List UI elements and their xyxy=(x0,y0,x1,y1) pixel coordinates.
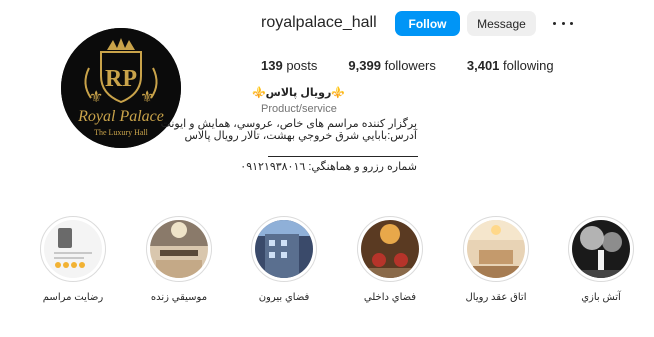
avatar-tagline: The Luxury Hall xyxy=(94,128,149,137)
dot xyxy=(561,21,565,25)
highlight-thumbnail xyxy=(361,220,419,278)
highlight-ring xyxy=(146,216,212,282)
highlight-item[interactable]: موسيقي زنده xyxy=(144,216,214,303)
profile-avatar[interactable]: RP ⚜ ⚜ Royal Palace The Luxury Hall xyxy=(61,28,181,148)
message-button[interactable]: Message xyxy=(467,11,536,36)
highlight-item[interactable]: فضاي داخلي xyxy=(355,216,425,303)
highlight-ring xyxy=(40,216,106,282)
dot xyxy=(570,21,573,25)
highlight-ring xyxy=(251,216,317,282)
posts-stat: 139 posts xyxy=(261,58,317,73)
bio-divider xyxy=(268,156,418,157)
highlight-thumbnail xyxy=(255,220,313,278)
profile-stats: 139 posts 9,399 followers 3,401 followin… xyxy=(261,58,585,73)
highlight-item[interactable]: فضاي بيرون xyxy=(249,216,319,303)
followers-label: followers xyxy=(384,58,436,73)
bio-line: برگزار کننده مراسم های خاص، عروسي، همايش… xyxy=(160,118,417,130)
highlight-label: فضاي بيرون xyxy=(258,292,310,303)
highlight-label: رضايت مراسم xyxy=(42,292,104,303)
highlight-thumbnail xyxy=(572,220,630,278)
contact-line: شماره رزرو و هماهنگي: ٠٩١٢١٩٣٨٠١٦ xyxy=(240,161,417,173)
follow-button[interactable]: Follow xyxy=(395,11,460,36)
display-name: ⚜️رويال پالاس⚜️ xyxy=(251,87,345,99)
highlight-thumbnail xyxy=(150,220,208,278)
highlight-item[interactable]: آتش بازي xyxy=(566,216,636,303)
highlight-ring xyxy=(357,216,423,282)
highlight-item[interactable]: اتاق عقد رويال xyxy=(461,216,531,303)
posts-label: posts xyxy=(286,58,318,73)
following-stat[interactable]: 3,401 following xyxy=(467,58,554,73)
highlight-thumbnail xyxy=(467,220,525,278)
highlight-ring xyxy=(463,216,529,282)
highlight-thumbnail xyxy=(44,220,102,278)
highlight-label: آتش بازي xyxy=(581,292,621,303)
posts-count: 139 xyxy=(261,58,283,73)
username: royalpalace_hall xyxy=(261,14,377,31)
dot xyxy=(553,21,556,25)
highlight-ring xyxy=(568,216,634,282)
bio-text: برگزار کننده مراسم های خاص، عروسي، همايش… xyxy=(160,118,417,142)
category-label: Product/service xyxy=(261,103,337,115)
highlight-label: فضاي داخلي xyxy=(363,292,417,303)
highlight-item[interactable]: رضايت مراسم xyxy=(38,216,108,303)
following-count: 3,401 xyxy=(466,58,500,73)
royal-palace-logo: RP ⚜ ⚜ Royal Palace The Luxury Hall xyxy=(61,28,181,148)
highlight-label: موسيقي زنده xyxy=(150,292,208,303)
more-options-icon[interactable] xyxy=(553,14,573,32)
profile-header: royalpalace_hall xyxy=(261,10,377,36)
followers-count: 9,399 xyxy=(348,58,381,73)
bio-line: آدرس:بابايي شرق خروجي بهشت، تالار رويال … xyxy=(184,130,417,142)
followers-stat[interactable]: 9,399 followers xyxy=(348,58,435,73)
following-label: following xyxy=(503,58,554,73)
highlight-label: اتاق عقد رويال xyxy=(465,292,527,303)
avatar-monogram: RP xyxy=(105,66,137,92)
avatar-brand: Royal Palace xyxy=(77,108,164,125)
